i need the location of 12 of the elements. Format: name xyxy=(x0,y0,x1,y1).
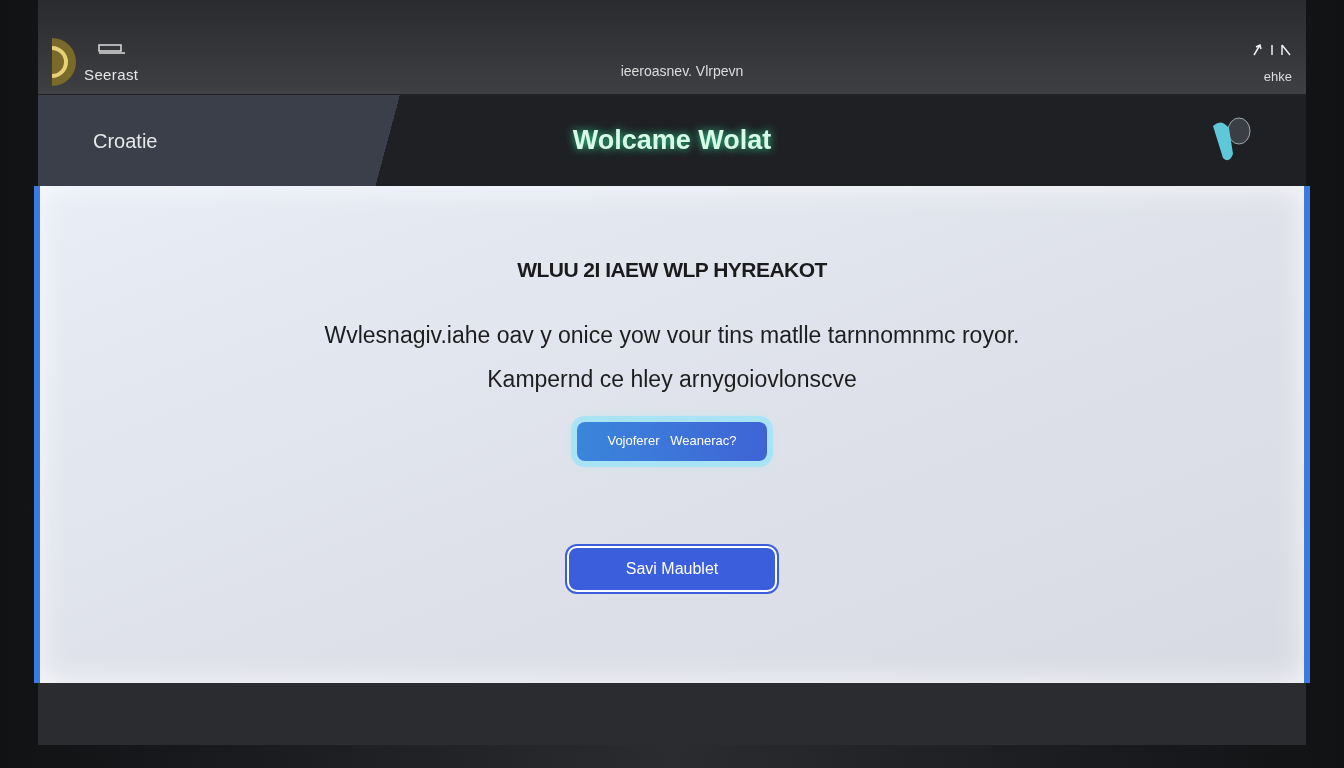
status-icon xyxy=(1252,42,1292,57)
save-button[interactable]: Savi Maublet xyxy=(567,545,777,592)
description-text: Kampernd ce hley arnygoiovlonscve xyxy=(487,365,857,392)
brand-name: Seerast xyxy=(84,64,139,85)
emblem-icon xyxy=(52,38,78,86)
status-label: ehke xyxy=(1263,67,1292,86)
panel-heading: WLUU 2I IAEW WLP HYREAKOT xyxy=(517,257,827,283)
welcome-heading: Wolcame Wolat xyxy=(572,124,772,158)
section-label: Croatie xyxy=(93,128,159,154)
description-text: Wvlesnagiv.iahe oav y onice yow vour tins matlle tarnnomnmc royor. xyxy=(324,321,1020,348)
window-title: ieeroasnev. Vlrpevn xyxy=(619,62,744,81)
device-icon xyxy=(98,43,126,54)
